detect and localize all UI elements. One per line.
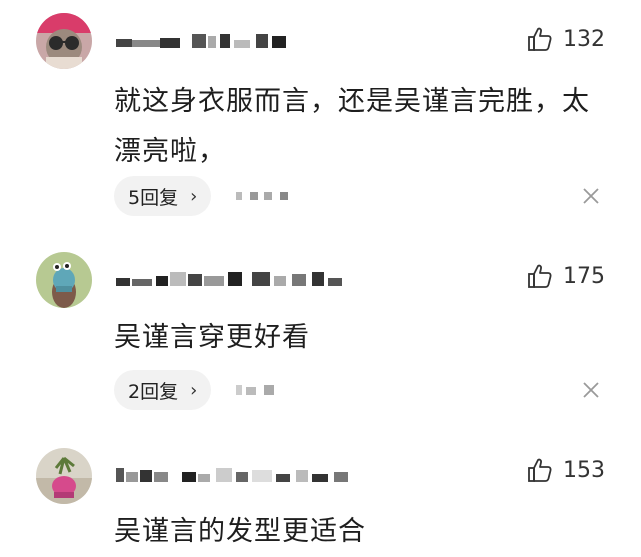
close-icon[interactable] [581,380,601,400]
reply-count-label: 5回复 [128,186,179,209]
like-count: 175 [563,263,605,289]
avatar[interactable] [36,448,92,504]
username-blurred[interactable] [116,30,296,52]
avatar[interactable] [36,13,92,69]
like-button[interactable]: 175 [527,261,605,291]
like-count: 132 [563,26,605,52]
reply-button[interactable]: 2回复 › [114,370,212,410]
thumbs-up-icon [528,458,552,482]
reply-count-label: 2回复 [128,380,179,403]
avatar[interactable] [36,252,92,308]
chevron-right-icon: › [190,185,198,207]
username-blurred[interactable] [116,464,366,486]
comment-text: 就这身衣服而言，还是吴谨言完胜，太漂亮啦， [114,86,590,167]
reply-button[interactable]: 5回复 › [114,176,212,216]
reply-preview-blurred [236,189,296,203]
like-count: 153 [563,457,605,483]
like-button[interactable]: 153 [527,455,605,485]
reply-preview-blurred [236,383,296,397]
username-blurred[interactable] [116,268,356,290]
comment-text: 吴谨言穿更好看 [114,322,310,353]
close-icon[interactable] [581,186,601,206]
like-button[interactable]: 132 [527,24,605,54]
thumbs-up-icon [528,264,552,288]
chevron-right-icon: › [190,379,198,401]
thumbs-up-icon [528,27,552,51]
